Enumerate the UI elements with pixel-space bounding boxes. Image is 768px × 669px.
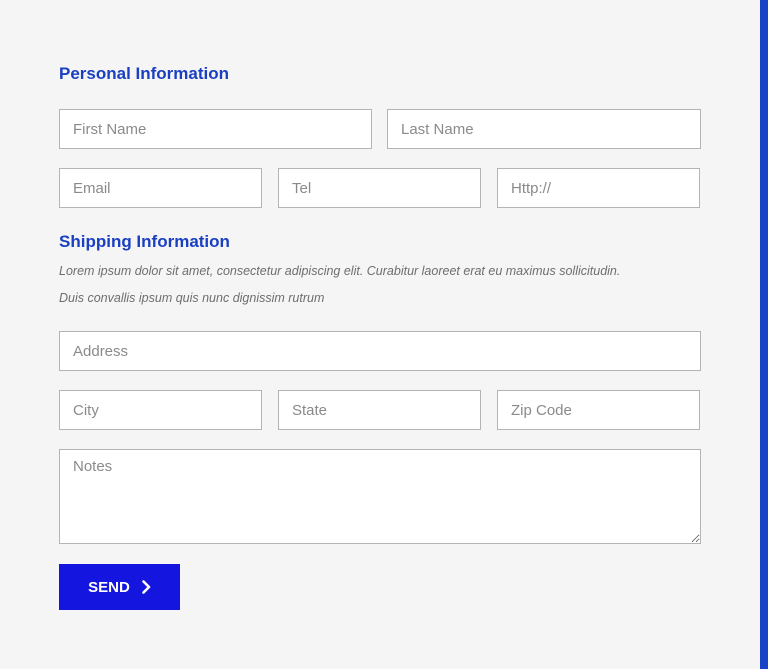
personal-info-heading: Personal Information <box>59 64 230 83</box>
last-name-input[interactable] <box>387 109 701 149</box>
chevron-right-icon <box>142 580 151 594</box>
email-input[interactable] <box>59 168 262 208</box>
send-button[interactable]: SEND <box>59 564 180 610</box>
tel-input[interactable] <box>278 168 481 208</box>
shipping-description-line2: Duis convallis ipsum quis nunc dignissim… <box>59 291 325 305</box>
first-name-input[interactable] <box>59 109 372 149</box>
notes-textarea[interactable] <box>59 449 701 544</box>
accent-bar <box>760 0 768 669</box>
city-input[interactable] <box>59 390 262 430</box>
zip-code-input[interactable] <box>497 390 700 430</box>
address-input[interactable] <box>59 331 701 371</box>
state-input[interactable] <box>278 390 481 430</box>
shipping-description-line1: Lorem ipsum dolor sit amet, consectetur … <box>59 264 621 278</box>
website-input[interactable] <box>497 168 700 208</box>
send-label: SEND <box>88 578 130 596</box>
shipping-info-heading: Shipping Information <box>59 232 230 251</box>
